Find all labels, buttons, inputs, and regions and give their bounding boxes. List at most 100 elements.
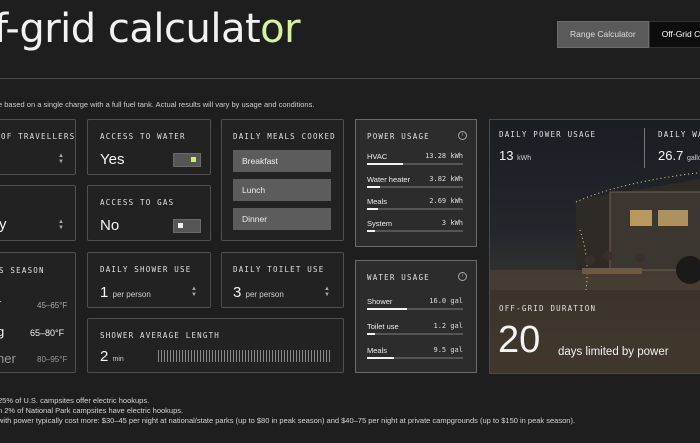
water-usage-panel: WATER USAGE i Shower 16.0 gal Toilet use 1… xyxy=(355,260,477,373)
tab-off-grid-calculator[interactable]: Off-Grid C xyxy=(648,21,700,48)
water-bar xyxy=(367,333,463,335)
daily-water-value: 26.7 gallo xyxy=(658,148,700,163)
daily-water-number: 26.7 xyxy=(658,148,684,163)
toilet-use-number: 3 xyxy=(233,284,242,301)
water-access-value: Yes xyxy=(100,151,125,168)
water-row-shower: Shower 16.0 gal xyxy=(367,297,463,310)
meals-label: DAILY MEALS COOKED xyxy=(233,132,336,141)
water-row-value: 1.2 gal xyxy=(433,322,463,330)
info-icon[interactable]: i xyxy=(458,272,467,281)
power-bar-fill xyxy=(367,163,404,165)
power-row-name: HVAC xyxy=(367,152,388,161)
shower-length-value: 2 min xyxy=(100,348,124,365)
shower-length-card: SHOWER AVERAGE LENGTH 2 min xyxy=(87,318,344,373)
results-divider xyxy=(644,128,645,168)
vehicle-stepper[interactable]: ▲ ▼ xyxy=(57,219,65,231)
shower-use-number: 1 xyxy=(100,284,109,301)
power-row-system: System 3 kWh xyxy=(367,219,463,232)
water-row-name: Meals xyxy=(367,346,388,355)
shower-length-unit: min xyxy=(112,356,124,363)
duration-label: OFF-GRID DURATION xyxy=(499,304,597,313)
travellers-card[interactable]: OF TRAVELLERS ▲ ▼ xyxy=(0,119,76,175)
toilet-use-label: DAILY TOILET USE xyxy=(233,265,325,274)
season-row-mild-name[interactable]: g xyxy=(0,324,4,339)
footnote-1: 25% of U.S. campsites offer electric hoo… xyxy=(0,396,150,405)
water-access-label: ACCESS TO WATER xyxy=(100,132,186,141)
water-access-toggle[interactable] xyxy=(173,153,201,167)
season-row-warm-range: 80–95°F xyxy=(37,355,68,364)
season-row-warm-name[interactable]: her xyxy=(0,351,16,366)
title-accent: or xyxy=(260,6,301,52)
power-row-water-heater: Water heater 3.82 kWh xyxy=(367,175,463,188)
season-row-cool-name[interactable]: r xyxy=(0,296,1,311)
power-row-name: Water heater xyxy=(367,175,411,184)
daily-power-label: DAILY POWER USAGE xyxy=(499,130,597,139)
gas-access-card[interactable]: ACCESS TO GAS No xyxy=(87,185,211,241)
power-row-value: 3.82 kWh xyxy=(429,175,463,183)
vehicle-card[interactable]: y ▲ ▼ xyxy=(0,185,76,241)
power-bar xyxy=(367,208,463,210)
power-row-value: 13.28 kWh xyxy=(425,152,463,160)
toilet-use-unit: per person xyxy=(245,290,284,299)
power-bar xyxy=(367,230,463,232)
meals-card: DAILY MEALS COOKED Breakfast Lunch Dinne… xyxy=(221,119,344,241)
shower-length-slider[interactable] xyxy=(158,350,330,362)
power-row-value: 2.69 kWh xyxy=(429,197,463,205)
season-row-mild-range: 65–80°F xyxy=(30,328,65,338)
power-bar-fill xyxy=(367,230,375,232)
shower-use-value: 1 per person xyxy=(100,284,151,301)
power-row-value: 3 kWh xyxy=(441,219,463,227)
info-icon[interactable]: i xyxy=(458,131,467,140)
toilet-use-card[interactable]: DAILY TOILET USE 3 per person ▲ ▼ xyxy=(221,252,344,308)
daily-power-value: 13 kWh xyxy=(499,148,531,163)
gas-access-toggle[interactable] xyxy=(173,219,201,233)
travellers-stepper[interactable]: ▲ ▼ xyxy=(57,153,65,165)
water-row-toilet: Toilet use 1.2 gal xyxy=(367,322,463,335)
water-bar xyxy=(367,308,463,310)
daily-power-number: 13 xyxy=(499,148,514,163)
power-row-hvac: HVAC 13.28 kWh xyxy=(367,152,463,165)
water-row-name: Toilet use xyxy=(367,322,399,331)
page-title: f-grid calculator xyxy=(0,6,301,52)
shower-use-card[interactable]: DAILY SHOWER USE 1 per person ▲ ▼ xyxy=(87,252,211,308)
header-divider xyxy=(0,78,700,79)
power-row-meals: Meals 2.69 kWh xyxy=(367,197,463,210)
toilet-use-stepper[interactable]: ▲ ▼ xyxy=(323,286,331,298)
results-card: DAILY POWER USAGE 13 kWh DAILY WAT 26.7 … xyxy=(489,119,700,374)
power-usage-panel: POWER USAGE i HVAC 13.28 kWh Water heater… xyxy=(355,119,477,247)
toilet-use-value: 3 per person xyxy=(233,284,284,301)
water-row-name: Shower xyxy=(367,297,393,306)
power-bar xyxy=(367,163,463,165)
power-bar-fill xyxy=(367,208,378,210)
shower-length-label: SHOWER AVERAGE LENGTH xyxy=(100,331,221,340)
season-row-cool-range: 45–65°F xyxy=(37,301,68,310)
gas-access-label: ACCESS TO GAS xyxy=(100,198,175,207)
travellers-label: OF TRAVELLERS xyxy=(1,132,76,141)
water-row-value: 9.5 gal xyxy=(433,346,463,354)
vehicle-value: y xyxy=(0,216,7,233)
toggle-knob xyxy=(178,223,183,228)
water-access-card[interactable]: ACCESS TO WATER Yes xyxy=(87,119,211,175)
season-card[interactable]: S SEASON r 45–65°F g 65–80°F her 80–95°F xyxy=(0,252,76,373)
daily-power-unit: kWh xyxy=(517,155,532,162)
water-usage-label: WATER USAGE xyxy=(367,273,430,282)
daily-water-label: DAILY WAT xyxy=(658,130,700,139)
water-bar xyxy=(367,357,463,359)
meal-lunch-button[interactable]: Lunch xyxy=(233,179,331,201)
title-main: f-grid calculat xyxy=(0,6,261,52)
water-row-value: 16.0 gal xyxy=(429,297,463,305)
season-label: S SEASON xyxy=(0,266,45,275)
water-row-meals: Meals 9.5 gal xyxy=(367,346,463,359)
meal-dinner-button[interactable]: Dinner xyxy=(233,208,331,230)
footnote-2: n 2% of National Park campsites have ele… xyxy=(0,406,184,415)
toggle-knob xyxy=(191,157,196,162)
meal-breakfast-button[interactable]: Breakfast xyxy=(233,150,331,172)
duration-number: 20 xyxy=(498,319,541,361)
shower-use-stepper[interactable]: ▲ ▼ xyxy=(190,286,198,298)
tab-range-calculator[interactable]: Range Calculator xyxy=(557,21,649,48)
water-bar-fill xyxy=(367,308,408,310)
shower-length-number: 2 xyxy=(100,348,109,365)
daily-water-unit: gallo xyxy=(686,155,700,162)
footnote-3: with power typically cost more: $30–45 p… xyxy=(0,416,576,425)
disclaimer-text: e based on a single charge with a full f… xyxy=(0,100,315,109)
